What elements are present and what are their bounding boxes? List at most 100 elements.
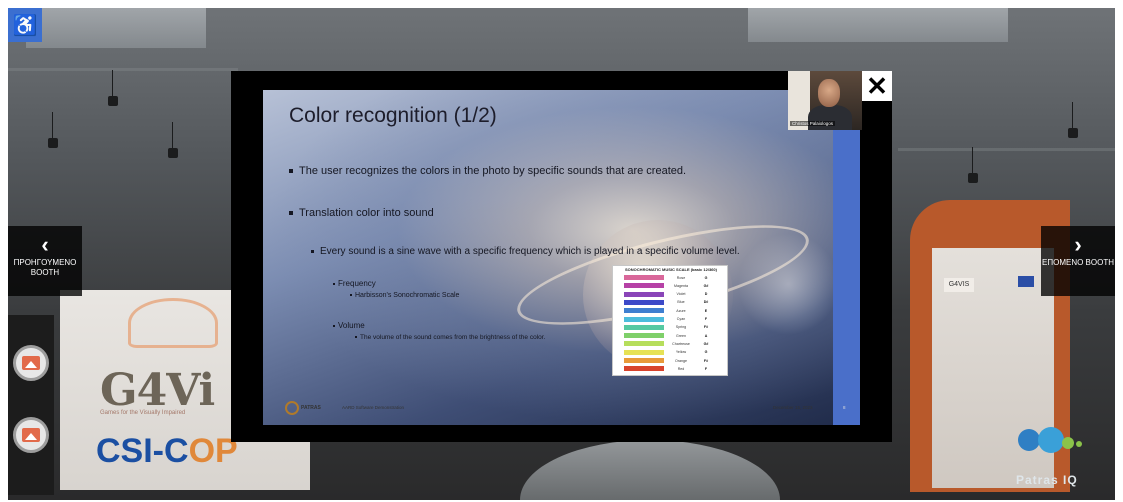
color-swatch <box>624 341 664 347</box>
color-name: Magenta <box>674 283 688 288</box>
color-swatch <box>624 349 664 355</box>
bullet-text: Harbisson's Sonochromatic Scale <box>355 292 460 299</box>
skylight <box>26 8 206 48</box>
logo-dot <box>1076 441 1082 447</box>
patras-iq-logo-text: Patras IQ <box>1016 473 1078 487</box>
image-gallery-button[interactable] <box>13 345 49 381</box>
color-swatch <box>624 358 664 363</box>
color-note: D# <box>703 300 709 305</box>
presenter-name-label: Christos Palaiologos <box>790 121 836 126</box>
chevron-left-icon: ‹ <box>41 232 49 257</box>
color-note: G <box>704 350 708 355</box>
accessibility-button[interactable]: ♿ <box>8 8 42 42</box>
slide-bullet: Frequency <box>333 279 376 288</box>
color-name: Orange <box>675 358 687 363</box>
ceiling-lamp <box>1068 102 1078 138</box>
bullet-text: Translation color into sound <box>299 207 434 219</box>
presentation-slide <box>263 90 860 425</box>
slide-accent-bar <box>833 130 860 425</box>
color-note: F# <box>703 358 709 363</box>
bullet-text: Frequency <box>338 279 376 288</box>
color-note: F# <box>703 325 709 330</box>
slide-footer-university: PATRAS <box>301 405 321 411</box>
color-note: F <box>704 366 708 371</box>
image-icon <box>22 356 40 370</box>
slide-page-number: 8 <box>843 405 846 410</box>
bullet-text: Volume <box>338 321 365 330</box>
left-booth-logo-subtitle: Games for the Visually Impaired <box>100 410 186 416</box>
color-table-row: Yellow G <box>616 349 726 356</box>
color-table-row: Green A <box>616 332 726 339</box>
color-name: Rose <box>676 275 686 280</box>
color-name: Cyan <box>676 317 686 321</box>
eu-flag-icon <box>1018 276 1034 287</box>
color-name: Green <box>676 333 686 338</box>
color-swatch <box>624 275 664 280</box>
slide-bullet: The volume of the sound comes from the b… <box>355 334 545 341</box>
color-table-row: Spring F# <box>616 324 726 331</box>
ceiling-lamp <box>48 112 58 148</box>
university-seal-icon <box>285 401 299 415</box>
color-table-row: Violet D <box>616 291 726 298</box>
slide-bullet: Translation color into sound <box>289 207 434 219</box>
color-name: Blue <box>677 300 685 305</box>
ceiling-lamp <box>968 147 978 183</box>
ceiling-beam <box>8 68 238 71</box>
slide-bullet: Every sound is a sine wave with a specif… <box>311 246 740 257</box>
bullet-text: The user recognizes the colors in the ph… <box>299 165 687 177</box>
logo-dot <box>1018 429 1040 451</box>
webcam-presenter-head <box>818 79 840 107</box>
bullet-text: The volume of the sound comes from the b… <box>360 334 546 341</box>
color-table-row: Azure E <box>616 307 726 314</box>
ceiling-beam <box>898 148 1115 151</box>
next-booth-label: ΕΠΟΜΕΝΟ ΒΟΟΤΗ <box>1041 258 1114 267</box>
slide-bullet: Harbisson's Sonochromatic Scale <box>350 292 459 299</box>
color-name: Spring <box>675 325 687 330</box>
slide-footer-text: AARD Software Demonstration <box>342 405 405 410</box>
color-name: Yellow <box>675 350 687 355</box>
skylight <box>748 8 1008 42</box>
logo-dot <box>1062 437 1074 449</box>
close-icon: ✕ <box>866 71 888 101</box>
previous-booth-label: ΠΡΟΗΓΟΥΜΕΝΟ ΒΟΟΤΗ <box>13 258 77 277</box>
color-table-row: Blue D# <box>616 299 726 306</box>
color-note: G <box>704 275 708 280</box>
left-booth-logo: G4Vi <box>100 365 215 416</box>
wheelchair-icon: ♿ <box>12 14 38 37</box>
ceiling-lamp <box>108 70 118 106</box>
color-name: Red <box>677 366 685 371</box>
color-note: F <box>704 317 708 321</box>
image-icon <box>22 428 40 442</box>
csi-cop-logo-part-a: CSI-C <box>96 432 189 470</box>
previous-booth-button[interactable]: ‹ ΠΡΟΗΓΟΥΜΕΝΟ ΒΟΟΤΗ <box>8 226 82 296</box>
next-booth-button[interactable]: › ΕΠΟΜΕΝΟ ΒΟΟΤΗ <box>1041 226 1115 296</box>
color-swatch <box>624 299 664 305</box>
color-table-row: Red F <box>616 365 726 372</box>
color-swatch <box>624 316 664 322</box>
color-table-row: Magenta G# <box>616 282 726 289</box>
color-note: D <box>704 292 708 297</box>
webcam-presenter-body <box>808 105 852 130</box>
color-table-row: Cyan F <box>616 316 726 323</box>
sonochromatic-scale-table: SONOCHROMATIC MUSIC SCALE (basic 12/360)… <box>612 265 728 376</box>
close-video-button[interactable]: ✕ <box>862 71 892 101</box>
slide-bullet: Volume <box>333 321 365 330</box>
color-swatch <box>624 366 664 372</box>
image-kiosk <box>8 315 54 495</box>
color-swatch <box>624 291 664 297</box>
ceiling-lamp <box>168 122 178 158</box>
color-note: G# <box>703 283 709 288</box>
color-name: Azure <box>676 308 686 313</box>
color-table-row: Orange F# <box>616 357 726 364</box>
color-table-row: Chartreuse G# <box>616 340 726 347</box>
image-gallery-button[interactable] <box>13 417 49 453</box>
color-note: E <box>704 308 708 313</box>
color-swatch <box>624 324 664 330</box>
slide-title: Color recognition (1/2) <box>289 104 497 127</box>
presenter-webcam: Christos Palaiologos <box>788 71 862 130</box>
slide-footer-date: December 15, 2023 <box>773 405 813 410</box>
bullet-text: Every sound is a sine wave with a specif… <box>320 246 740 257</box>
color-swatch <box>624 333 664 339</box>
color-name: Chartreuse <box>672 341 690 346</box>
color-note: G# <box>703 341 709 346</box>
